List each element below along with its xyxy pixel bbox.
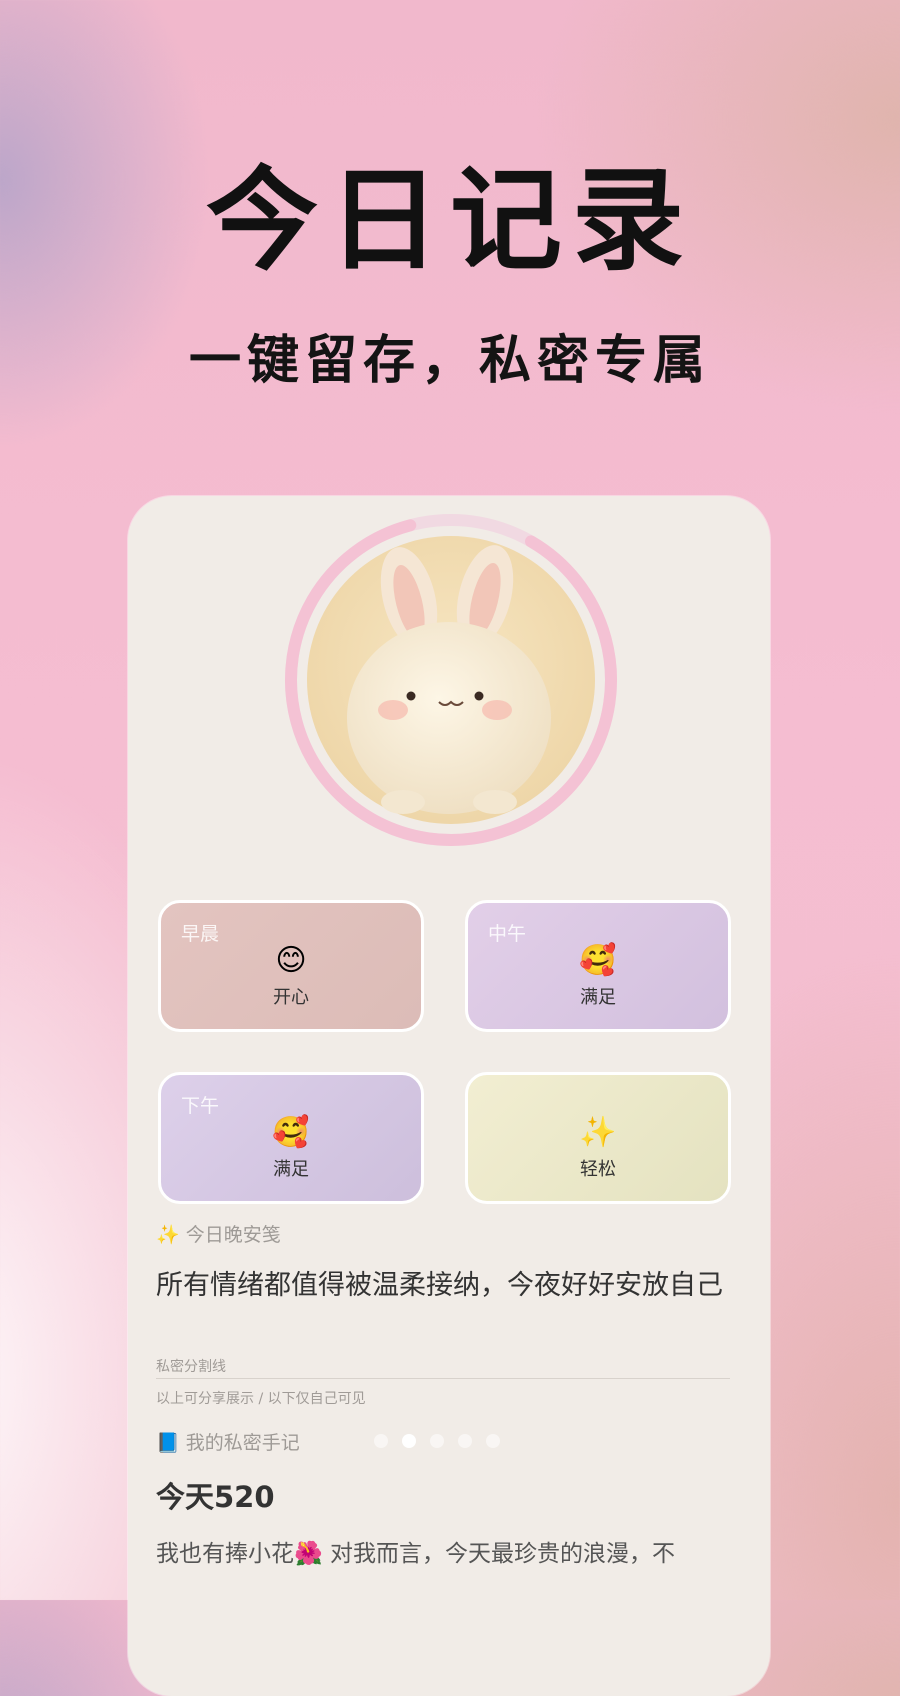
night-note-header: ✨ 今日晚安笺 [156, 1220, 281, 1247]
page-dot[interactable] [374, 1434, 388, 1448]
sparkles-emoji-icon: ✨ [579, 1115, 617, 1150]
hero-subtitle: 一键留存，私密专属 [188, 330, 711, 391]
page-indicator [374, 1434, 500, 1448]
smiling-hearts-emoji-icon: 🥰 [272, 1115, 310, 1150]
diary-label: 我的私密手记 [185, 1432, 300, 1454]
notebook-icon: 📘 [156, 1432, 180, 1454]
mood-card-evening[interactable]: ✨ 轻松 [465, 1072, 731, 1204]
page-dot[interactable] [430, 1434, 444, 1448]
period-label: 早晨 [181, 923, 220, 945]
diary-header: 📘 我的私密手记 [156, 1428, 300, 1455]
happy-emoji-icon: 😊 [275, 943, 307, 978]
hero-title: 今日记录 [206, 155, 694, 286]
page-dot[interactable] [458, 1434, 472, 1448]
night-note-text: 所有情绪都值得被温柔接纳，今夜好好安放自己 [156, 1270, 723, 1301]
mood-label: 满足 [580, 987, 616, 1008]
mood-label: 轻松 [580, 1159, 616, 1180]
mood-card-morning[interactable]: 早晨 😊 开心 [158, 900, 424, 1032]
page-dot[interactable] [402, 1434, 416, 1448]
night-note-label: 今日晚安笺 [185, 1224, 281, 1246]
smiling-hearts-emoji-icon: 🥰 [579, 943, 617, 978]
private-divider [156, 1378, 730, 1379]
diary-title: 今天520 [156, 1480, 275, 1514]
mood-label: 满足 [273, 1159, 309, 1180]
mood-card-afternoon[interactable]: 下午 🥰 满足 [158, 1072, 424, 1204]
mood-label: 开心 [273, 987, 309, 1008]
sparkles-icon: ✨ [156, 1224, 180, 1246]
page-dot[interactable] [486, 1434, 500, 1448]
mood-card-noon[interactable]: 中午 🥰 满足 [465, 900, 731, 1032]
phone-screen: 早晨 😊 开心 中午 🥰 满足 下午 🥰 满足 ✨ 轻松 ✨ 今日晚安笺 所有情… [128, 496, 770, 1696]
period-label: 中午 [488, 923, 527, 945]
diary-body: 我也有捧小花🌺 对我而言，今天最珍贵的浪漫，不 [156, 1541, 675, 1567]
period-label: 下午 [181, 1095, 220, 1117]
avatar-progress [281, 510, 621, 850]
divider-note: 以上可分享展示 / 以下仅自己可见 [156, 1391, 366, 1407]
divider-label: 私密分割线 [156, 1359, 226, 1375]
bunny-avatar [285, 513, 617, 846]
